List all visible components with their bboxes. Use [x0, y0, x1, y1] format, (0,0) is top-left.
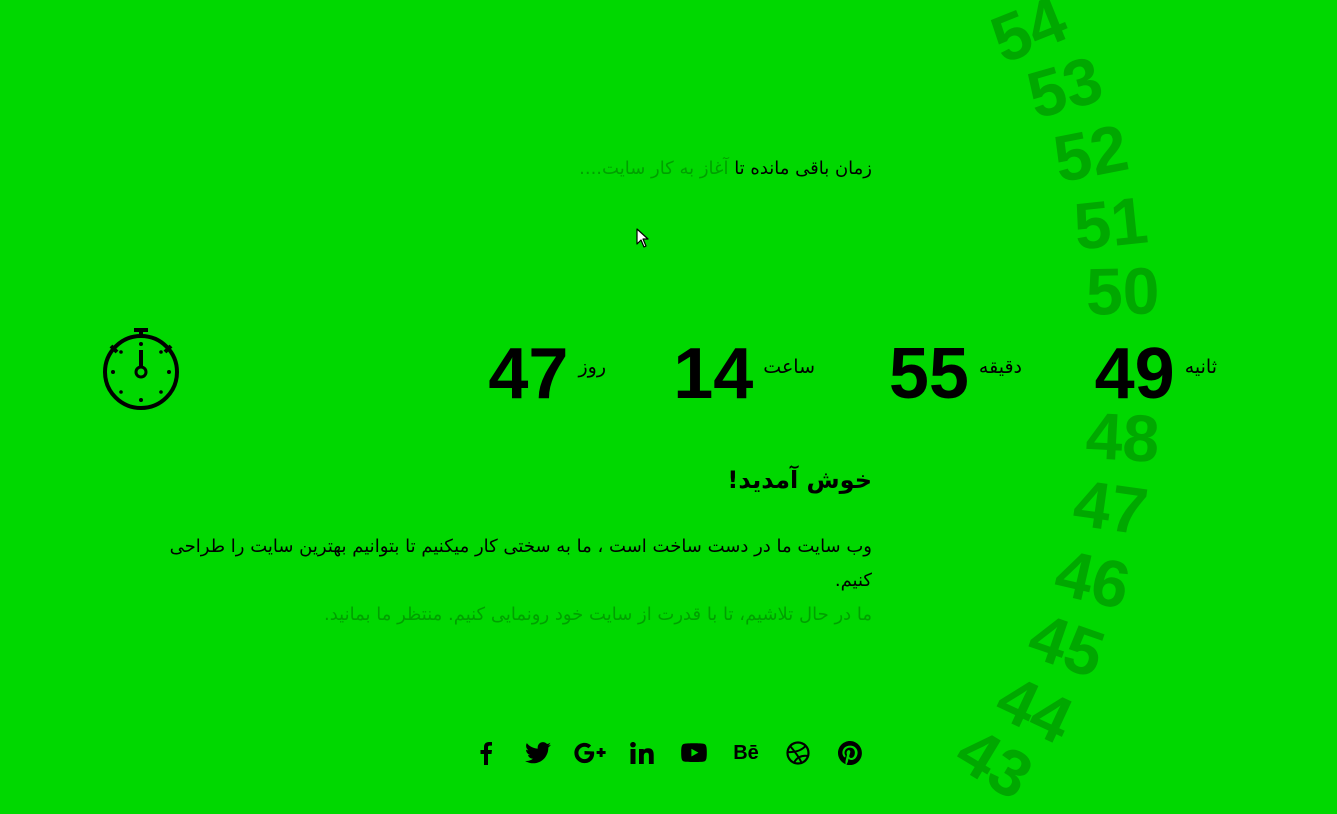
countdown-tagline: زمان باقی مانده تا آغاز به کار سایت....	[579, 158, 872, 179]
seconds-value: 49	[1094, 334, 1175, 414]
seconds-arc-number: 52	[1047, 109, 1134, 197]
facebook-icon[interactable]	[460, 736, 512, 770]
days-value: 47	[488, 334, 569, 414]
linkedin-icon[interactable]	[616, 736, 668, 770]
countdown-seconds: ثانیه 49	[1095, 334, 1217, 414]
description-secondary: ما در حال تلاشیم، تا با قدرت از سایت خود…	[323, 604, 872, 625]
seconds-label: ثانیه	[1184, 356, 1217, 378]
minutes-value: 55	[888, 334, 969, 414]
welcome-title: خوش آمدید!	[727, 466, 872, 494]
seconds-arc-number: 50	[1085, 253, 1161, 329]
stopwatch-icon	[98, 324, 184, 418]
days-label: روز	[578, 356, 606, 378]
dribbble-icon[interactable]	[772, 736, 824, 770]
seconds-arc-number: 47	[1069, 465, 1153, 549]
youtube-icon[interactable]	[668, 736, 720, 770]
hours-label: ساعت	[763, 356, 815, 378]
tagline-rest: آغاز به کار سایت....	[579, 158, 729, 179]
hours-value: 14	[673, 334, 754, 414]
countdown-hours: ساعت 14	[673, 334, 815, 414]
mouse-cursor-icon	[636, 228, 650, 252]
countdown-days: روز 47	[488, 334, 606, 414]
behance-icon[interactable]: Bē	[720, 736, 772, 770]
tagline-emphasis: زمان باقی مانده تا	[734, 158, 872, 179]
description: وب سایت ما در دست ساخت است ، ما به سختی …	[140, 530, 872, 632]
minutes-label: دقیقه	[978, 356, 1022, 378]
twitter-icon[interactable]	[512, 736, 564, 770]
description-main: وب سایت ما در دست ساخت است ، ما به سختی …	[169, 536, 872, 591]
social-links: Bē	[460, 736, 876, 770]
countdown-minutes: دقیقه 55	[889, 334, 1022, 414]
pinterest-icon[interactable]	[824, 736, 876, 770]
seconds-arc-number: 51	[1070, 182, 1152, 264]
google-plus-icon[interactable]	[564, 736, 616, 770]
